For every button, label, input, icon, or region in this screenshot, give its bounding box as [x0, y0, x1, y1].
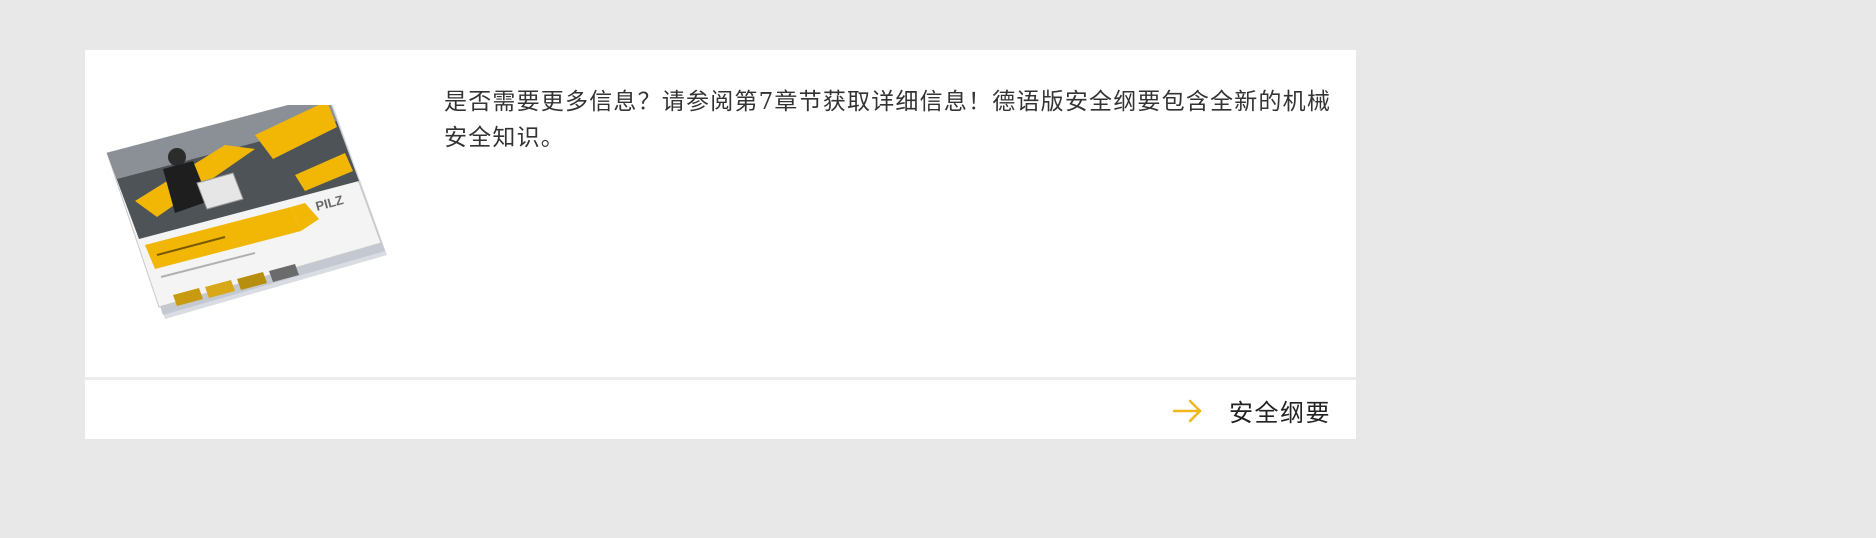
safety-compendium-book-image: PILZ — [106, 105, 387, 319]
card-description: 是否需要更多信息？请参阅第7章节获取详细信息！德语版安全纲要包含全新的机械安全知… — [444, 89, 1332, 151]
card-body: PILZ 是否需要更多信息？请参阅第7章节获取详细信息！德语版安全纲要包含全新的… — [85, 50, 1356, 377]
info-card: PILZ 是否需要更多信息？请参阅第7章节获取详细信息！德语版安全纲要包含全新的… — [85, 50, 1356, 439]
arrow-right-icon — [1173, 399, 1202, 422]
safety-compendium-link[interactable]: 安全纲要 — [1173, 393, 1331, 428]
safety-compendium-link-label: 安全纲要 — [1229, 399, 1331, 427]
card-footer: 安全纲要 — [85, 380, 1356, 439]
